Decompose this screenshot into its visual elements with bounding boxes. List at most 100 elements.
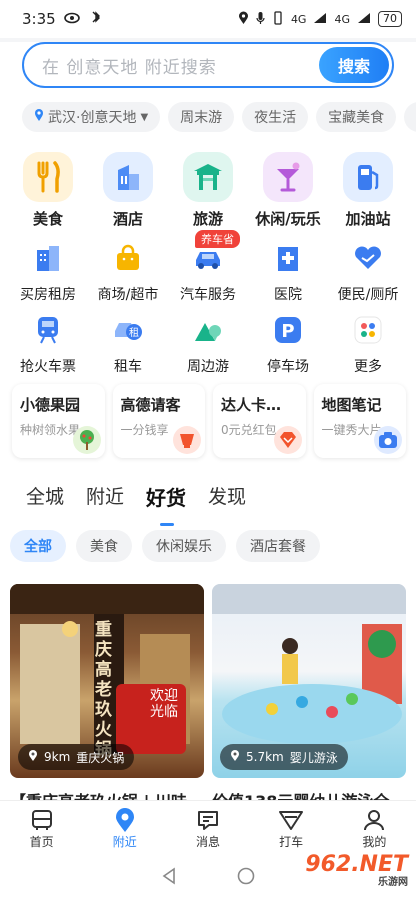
distance-value: 5.7km (246, 750, 284, 764)
nav-label: 附近 (112, 835, 137, 849)
message-icon (194, 807, 222, 833)
cup-icon (173, 426, 201, 454)
search-button[interactable]: 搜索 (319, 47, 389, 83)
location-pin-icon (111, 807, 139, 833)
svg-text:P: P (281, 321, 294, 342)
category-grid: 美食 酒店 旅游 休闲/玩乐 加油站 买房租房 商场/超市 养车省 汽车服务 医… (0, 140, 416, 378)
place-type: 重庆火锅 (76, 750, 125, 765)
deal-feed: 重庆高老玖火锅 欢迎光临 9km 重庆火锅 【重庆高老玖火锅 | 川味 (0, 576, 416, 811)
location-status-icon (238, 11, 249, 28)
place-type: 婴儿游泳 (289, 750, 338, 765)
tab-nearby[interactable]: 附近 (86, 482, 124, 518)
promo-cards: 小德果园 种树领水果 高德请客 一分钱享 达人卡… 0元兑红包 地图笔记 一键秀… (0, 378, 416, 468)
tab-discover[interactable]: 发现 (208, 482, 246, 518)
category-label: 周边游 (187, 359, 229, 375)
category-parking[interactable]: P 停车场 (248, 306, 328, 378)
promo-orchard[interactable]: 小德果园 种树领水果 (12, 384, 105, 458)
tag-label: 周末游 (180, 110, 223, 126)
parking-icon: P (268, 310, 308, 350)
category-travel[interactable]: 旅游 (168, 148, 248, 234)
nav-label: 消息 (195, 835, 220, 849)
signal-icon (313, 12, 327, 27)
mountain-icon (188, 310, 228, 350)
user-icon (360, 807, 388, 833)
promo-treat[interactable]: 高德请客 一分钱享 (112, 384, 205, 458)
mic-icon (256, 11, 265, 28)
rental-car-icon: 租 (108, 310, 148, 350)
distance-tag: 9km 重庆火锅 (18, 744, 135, 770)
promo-title: 达人卡… (221, 396, 282, 414)
category-label: 医院 (274, 287, 302, 303)
filter-chips: 全部 美食 休闲娱乐 酒店套餐 (0, 518, 416, 576)
category-label: 旅游 (192, 210, 223, 228)
category-leisure[interactable]: 休闲/玩乐 (248, 148, 328, 234)
tag-label: 宝藏美食 (328, 110, 385, 126)
category-label: 买房租房 (20, 287, 76, 303)
promo-badge: 养车省 (195, 230, 240, 248)
chip-hotel-package[interactable]: 酒店套餐 (236, 530, 320, 562)
city-selector[interactable]: 武汉·创意天地 ▼ (22, 102, 161, 132)
battery-indicator: 70 (378, 11, 402, 27)
taxi-icon (277, 807, 305, 833)
tab-good-deals[interactable]: 好货 (146, 482, 186, 526)
tag-more[interactable]: 遛 (404, 102, 416, 132)
nav-label: 首页 (29, 835, 54, 849)
category-gas-station[interactable]: 加油站 (328, 148, 408, 234)
category-car-service[interactable]: 养车省 汽车服务 (168, 230, 248, 306)
cocktail-icon (263, 152, 313, 202)
nav-nearby[interactable]: 附近 (95, 801, 155, 856)
chip-leisure[interactable]: 休闲娱乐 (142, 530, 226, 562)
back-triangle-icon[interactable] (161, 867, 177, 889)
category-car-rental[interactable]: 租 租车 (88, 306, 168, 378)
vibrate-icon (272, 10, 284, 28)
category-mall[interactable]: 商场/超市 (88, 234, 168, 306)
deal-card-baby-swim[interactable]: 5.7km 婴儿游泳 价值138元婴幼儿游泳全 (212, 584, 406, 811)
chip-all[interactable]: 全部 (10, 530, 66, 562)
bottom-nav: 首页 附近 消息 打车 我的 (0, 800, 416, 856)
search-bar[interactable]: 在 创意天地 附近搜索 搜索 (22, 42, 394, 88)
category-food[interactable]: 美食 (8, 148, 88, 234)
category-real-estate[interactable]: 买房租房 (8, 234, 88, 306)
category-hotel[interactable]: 酒店 (88, 148, 168, 234)
hotpot-photo: 重庆高老玖火锅 欢迎光临 9km 重庆火锅 (10, 584, 204, 778)
category-label: 租车 (114, 359, 142, 375)
category-label: 汽车服务 (180, 287, 236, 303)
location-pin-icon (34, 108, 44, 126)
signal-1-label: 4G (290, 12, 307, 26)
svg-text:租: 租 (129, 326, 139, 339)
more-dots-icon (348, 310, 388, 350)
search-input[interactable]: 在 创意天地 附近搜索 (42, 53, 217, 78)
tag-weekend-trip[interactable]: 周末游 (168, 102, 235, 132)
nav-home[interactable]: 首页 (12, 801, 72, 856)
gem-icon (273, 426, 302, 454)
category-label: 更多 (354, 359, 382, 375)
caret-down-icon: ▼ (140, 111, 149, 123)
nav-taxi[interactable]: 打车 (261, 801, 321, 856)
site-watermark: 962.NET 乐游网 (305, 852, 408, 888)
nav-messages[interactable]: 消息 (178, 801, 238, 856)
tag-hidden-food[interactable]: 宝藏美食 (316, 102, 397, 132)
status-bar: 3:35 4G 4G 70 (0, 0, 416, 38)
category-nearby-tour[interactable]: 周边游 (168, 306, 248, 378)
promo-map-notes[interactable]: 地图笔记 一键秀大片 (313, 384, 406, 458)
category-hospital[interactable]: 医院 (248, 234, 328, 306)
nav-profile[interactable]: 我的 (344, 801, 404, 856)
category-convenience[interactable]: 便民/厕所 (328, 234, 408, 306)
category-label: 休闲/玩乐 (255, 210, 321, 228)
tree-icon (72, 426, 101, 454)
chip-food[interactable]: 美食 (76, 530, 132, 562)
promo-expert-card[interactable]: 达人卡… 0元兑红包 (213, 384, 306, 458)
nav-label: 打车 (279, 835, 304, 849)
train-icon (28, 310, 68, 350)
category-label: 加油站 (345, 210, 391, 228)
home-circle-icon[interactable] (237, 867, 255, 889)
hotpot-sign-vertical: 重庆高老玖火锅 (95, 620, 112, 760)
category-label: 便民/厕所 (337, 287, 399, 303)
deal-card-hotpot[interactable]: 重庆高老玖火锅 欢迎光临 9km 重庆火锅 【重庆高老玖火锅 | 川味 (10, 584, 204, 811)
handshake-icon (348, 238, 388, 278)
tab-city[interactable]: 全城 (26, 482, 64, 518)
signal-2-label: 4G (334, 12, 350, 26)
category-more[interactable]: 更多 (328, 306, 408, 378)
tag-nightlife[interactable]: 夜生活 (242, 102, 309, 132)
category-train-tickets[interactable]: 抢火车票 (8, 306, 88, 378)
